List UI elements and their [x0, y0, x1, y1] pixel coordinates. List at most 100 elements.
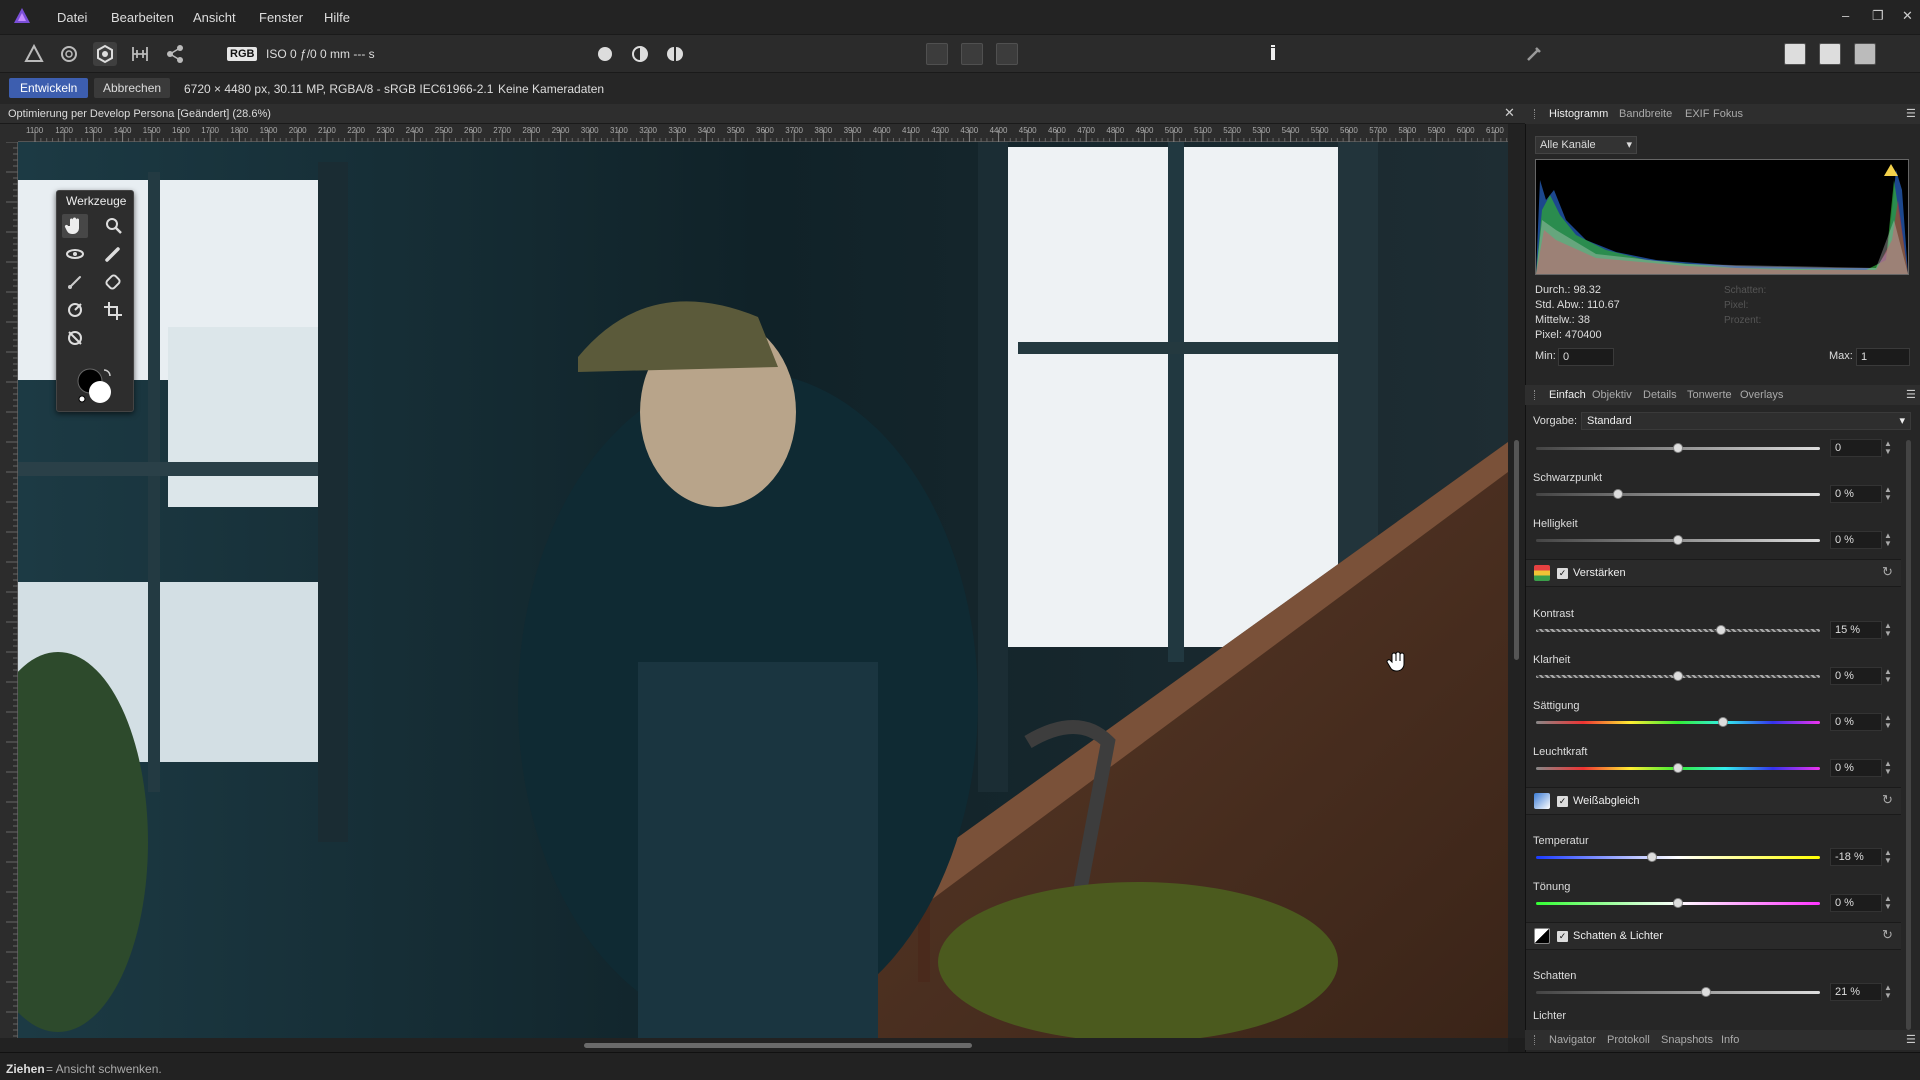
- helligkeit-slider-knob[interactable]: [1673, 535, 1683, 545]
- saettigung-stepper-icon[interactable]: ▲ ▼: [1884, 714, 1892, 730]
- menu-fenster[interactable]: Fenster: [259, 10, 303, 25]
- align-right-icon[interactable]: [961, 43, 983, 65]
- menu-hilfe[interactable]: Hilfe: [324, 10, 350, 25]
- reset-icon[interactable]: ↻: [1882, 564, 1893, 580]
- close-document-icon[interactable]: ✕: [1504, 105, 1515, 121]
- top_slider-value-input[interactable]: 0: [1830, 439, 1882, 457]
- temperatur-slider-track[interactable]: [1536, 856, 1820, 859]
- tab-protokoll[interactable]: Protokoll: [1607, 1034, 1650, 1046]
- schatten-stepper-icon[interactable]: ▲ ▼: [1884, 984, 1892, 1000]
- klarheit-slider-knob[interactable]: [1673, 671, 1683, 681]
- saettigung-slider-track[interactable]: [1536, 721, 1820, 724]
- helligkeit-value-input[interactable]: 0 %: [1830, 531, 1882, 549]
- tab-histogramm[interactable]: Histogramm: [1549, 108, 1608, 120]
- tab-details[interactable]: Details: [1643, 389, 1677, 401]
- develop-button[interactable]: Entwickeln: [9, 78, 89, 98]
- color-swatch-icon[interactable]: [76, 366, 116, 406]
- red-eye-tool-icon[interactable]: [62, 242, 88, 266]
- saettigung-value-input[interactable]: 0 %: [1830, 713, 1882, 731]
- reset-icon[interactable]: ↻: [1882, 792, 1893, 808]
- view-single-icon[interactable]: [593, 42, 617, 66]
- align-center-icon[interactable]: [996, 43, 1018, 65]
- tone-mapping-persona-icon[interactable]: [128, 42, 152, 66]
- photo-canvas[interactable]: [18, 142, 1508, 1038]
- panel-menu-icon[interactable]: ☰: [1906, 388, 1916, 401]
- straighten-tool-icon[interactable]: [62, 298, 88, 322]
- tab-bandbreite[interactable]: Bandbreite: [1619, 108, 1672, 120]
- klarheit-value-input[interactable]: 0 %: [1830, 667, 1882, 685]
- schatten-value-input[interactable]: 21 %: [1830, 983, 1882, 1001]
- helligkeit-stepper-icon[interactable]: ▲ ▼: [1884, 532, 1892, 548]
- menu-ansicht[interactable]: Ansicht: [193, 10, 236, 25]
- tab-tonwerte[interactable]: Tonwerte: [1687, 389, 1732, 401]
- view-split-icon[interactable]: [628, 42, 652, 66]
- tab-info[interactable]: Info: [1721, 1034, 1739, 1046]
- max-input[interactable]: 1: [1856, 348, 1910, 366]
- menu-bearbeiten[interactable]: Bearbeiten: [111, 10, 174, 25]
- schatten-lichter-checkbox[interactable]: ✓: [1557, 931, 1568, 942]
- tab-einfach[interactable]: Einfach: [1549, 389, 1586, 401]
- tab-snapshots[interactable]: Snapshots: [1661, 1034, 1713, 1046]
- preset-select[interactable]: Standard ▾: [1581, 412, 1911, 430]
- tab-exif[interactable]: EXIF: [1685, 108, 1709, 120]
- tab-fokus[interactable]: Fokus: [1713, 108, 1743, 120]
- toenung-value-input[interactable]: 0 %: [1830, 894, 1882, 912]
- panel-grip[interactable]: [1534, 390, 1536, 400]
- leuchtkraft-slider-knob[interactable]: [1673, 763, 1683, 773]
- kontrast-slider-knob[interactable]: [1715, 625, 1726, 635]
- overlay-brush-icon[interactable]: [62, 270, 88, 294]
- crop-tool-icon[interactable]: [100, 298, 126, 322]
- toenung-stepper-icon[interactable]: ▲ ▼: [1884, 895, 1892, 911]
- close-window-button[interactable]: ✕: [1902, 8, 1913, 24]
- restore-button[interactable]: ❐: [1872, 8, 1884, 24]
- view-mirror-icon[interactable]: [663, 42, 687, 66]
- schwarzpunkt-value-input[interactable]: 0 %: [1830, 485, 1882, 503]
- kontrast-value-input[interactable]: 15 %: [1830, 621, 1882, 639]
- zoom-tool-icon[interactable]: [100, 214, 126, 238]
- top_slider-stepper-icon[interactable]: ▲ ▼: [1884, 440, 1892, 456]
- canvas-vertical-scroll-thumb[interactable]: [1514, 440, 1519, 660]
- hand-tool-icon[interactable]: [62, 214, 88, 238]
- weissabgleich-checkbox[interactable]: ✓: [1557, 796, 1568, 807]
- top_slider-slider-knob[interactable]: [1673, 443, 1683, 453]
- schwarzpunkt-stepper-icon[interactable]: ▲ ▼: [1884, 486, 1892, 502]
- schwarzpunkt-slider-track[interactable]: [1536, 493, 1820, 496]
- brush-tool-icon[interactable]: [100, 242, 126, 266]
- photo-persona-icon[interactable]: [22, 42, 46, 66]
- tab-navigator[interactable]: Navigator: [1549, 1034, 1596, 1046]
- panel-grip[interactable]: [1534, 1035, 1536, 1045]
- leuchtkraft-stepper-icon[interactable]: ▲ ▼: [1884, 760, 1892, 776]
- align-left-icon[interactable]: [926, 43, 948, 65]
- info-icon[interactable]: [1261, 42, 1285, 66]
- tab-objektiv[interactable]: Objektiv: [1592, 389, 1632, 401]
- panel-left-icon[interactable]: [1784, 43, 1806, 65]
- panel-right-icon[interactable]: [1819, 43, 1841, 65]
- schatten-slider-track[interactable]: [1536, 991, 1820, 994]
- verstaerken-checkbox[interactable]: ✓: [1557, 568, 1568, 579]
- klarheit-stepper-icon[interactable]: ▲ ▼: [1884, 668, 1892, 684]
- canvas-horizontal-scroll-thumb[interactable]: [584, 1043, 972, 1048]
- adjust-panel-scrollbar[interactable]: [1906, 440, 1911, 1030]
- minimize-button[interactable]: –: [1842, 8, 1849, 23]
- menu-datei[interactable]: Datei: [57, 10, 87, 25]
- panel-menu-icon[interactable]: ☰: [1906, 107, 1916, 120]
- erase-overlay-icon[interactable]: [62, 326, 88, 350]
- panel-menu-icon[interactable]: ☰: [1906, 1033, 1916, 1046]
- panel-both-icon[interactable]: [1854, 43, 1876, 65]
- cancel-button[interactable]: Abbrechen: [94, 78, 171, 98]
- tab-overlays[interactable]: Overlays: [1740, 389, 1783, 401]
- min-input[interactable]: 0: [1558, 348, 1614, 366]
- liquify-persona-icon[interactable]: [57, 42, 81, 66]
- develop-persona-icon[interactable]: [93, 42, 117, 66]
- blemish-tool-icon[interactable]: [100, 270, 126, 294]
- eyedropper-icon[interactable]: [1522, 42, 1546, 66]
- channel-select[interactable]: Alle Kanäle ▾: [1535, 136, 1637, 154]
- kontrast-slider-track[interactable]: [1536, 629, 1820, 632]
- leuchtkraft-value-input[interactable]: 0 %: [1830, 759, 1882, 777]
- toenung-slider-knob[interactable]: [1673, 898, 1683, 908]
- export-persona-icon[interactable]: [163, 42, 187, 66]
- reset-icon[interactable]: ↻: [1882, 927, 1893, 943]
- panel-grip[interactable]: [1534, 109, 1536, 119]
- temperatur-stepper-icon[interactable]: ▲ ▼: [1884, 849, 1892, 865]
- temperatur-value-input[interactable]: -18 %: [1830, 848, 1882, 866]
